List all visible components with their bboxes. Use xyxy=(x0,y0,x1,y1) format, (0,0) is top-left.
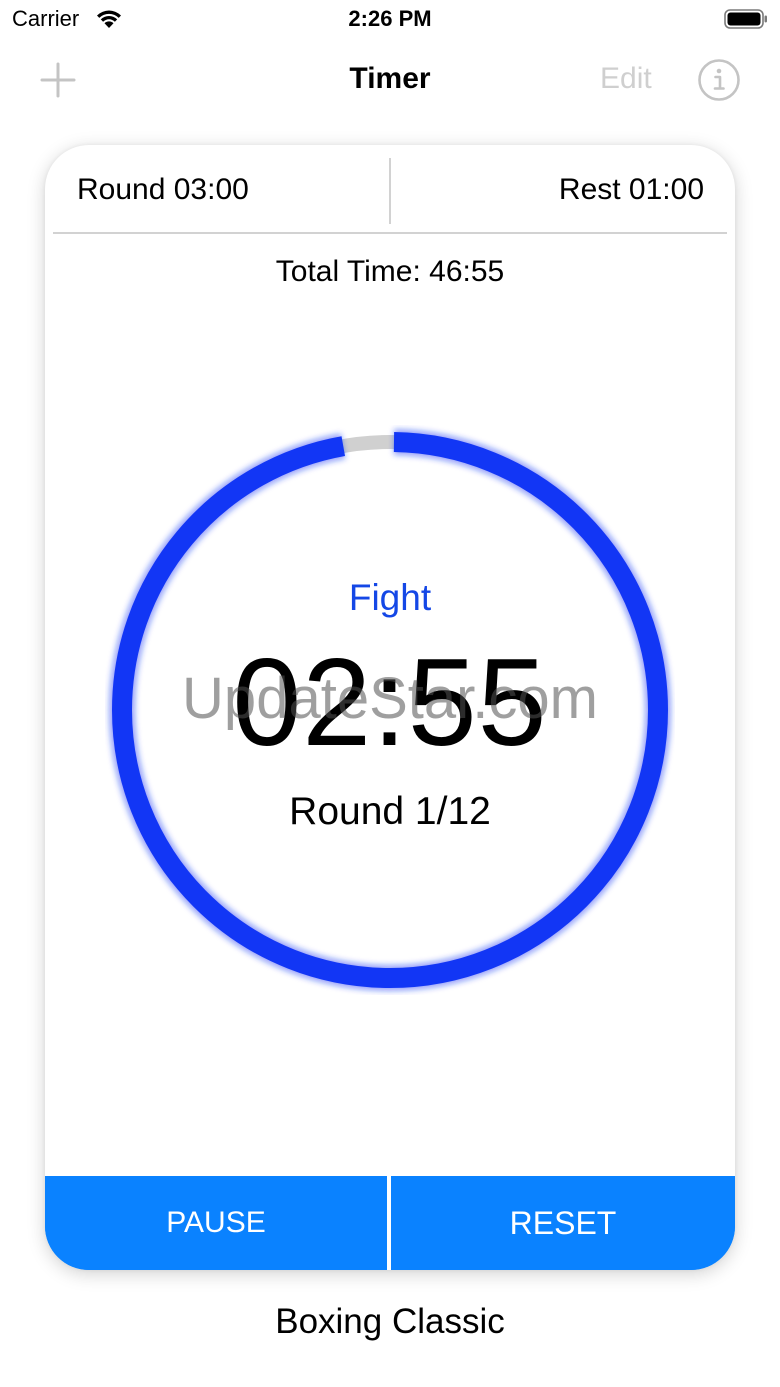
phase-label: Fight xyxy=(348,577,432,618)
round-counter: Round 1/12 xyxy=(289,790,491,833)
header-divider xyxy=(53,232,727,234)
interval-settings[interactable]: Round 03:00 Rest 01:00 xyxy=(45,145,735,233)
round-duration[interactable]: Round 03:00 xyxy=(77,173,249,207)
timer-screen: Carrier 2:26 PM Timer Edit Round 03:00 R… xyxy=(0,0,780,1387)
edit-button[interactable]: Edit xyxy=(600,62,652,96)
total-time: Total Time: 46:55 xyxy=(275,255,505,288)
info-icon[interactable] xyxy=(697,58,741,102)
watermark: UpdateStar.com xyxy=(182,666,598,731)
timer-card: Round 03:00 Rest 01:00 Total Time: 46:55… xyxy=(45,145,735,1270)
status-bar: Carrier 2:26 PM xyxy=(0,0,780,40)
pause-button[interactable]: PAUSE xyxy=(45,1176,387,1270)
reset-button[interactable]: RESET xyxy=(391,1176,735,1270)
settings-divider xyxy=(389,158,391,224)
navigation-bar: Timer Edit xyxy=(0,50,780,110)
preset-name[interactable]: Boxing Classic xyxy=(0,1302,780,1342)
status-time: 2:26 PM xyxy=(348,6,432,31)
rest-duration[interactable]: Rest 01:00 xyxy=(559,173,704,207)
timer-controls: PAUSE RESET xyxy=(45,1176,735,1270)
page-title: Timer xyxy=(349,62,431,95)
battery-icon xyxy=(724,9,767,29)
